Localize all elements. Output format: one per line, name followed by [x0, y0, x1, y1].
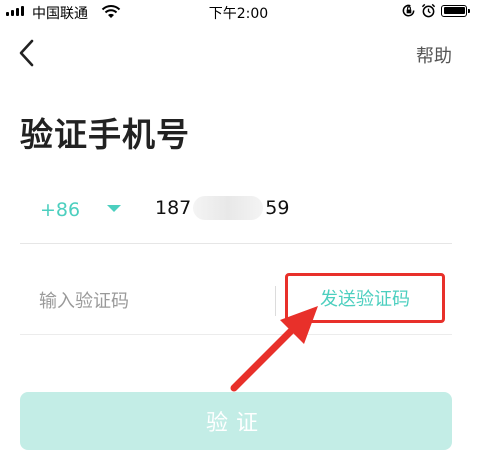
- phone-row: +86 187 59: [20, 185, 452, 244]
- orientation-lock-icon: [402, 4, 415, 17]
- caret-down-icon[interactable]: [107, 205, 121, 212]
- alarm-icon: [421, 3, 436, 18]
- status-bar: 中国联通 下午2:00: [0, 0, 477, 24]
- phone-number-field[interactable]: 187 59: [155, 196, 289, 220]
- phone-number-prefix: 187: [155, 197, 192, 219]
- phone-number-mask: [193, 196, 264, 220]
- help-link[interactable]: 帮助: [416, 42, 452, 68]
- phone-number-suffix: 59: [265, 197, 290, 219]
- page-title: 验证手机号: [20, 115, 190, 154]
- chevron-left-icon: [19, 39, 34, 67]
- battery-icon: [441, 4, 470, 17]
- status-icons: [401, 3, 470, 18]
- country-code-selector[interactable]: +86: [40, 199, 80, 221]
- back-button[interactable]: [17, 38, 43, 68]
- annotation-arrow-icon: [230, 306, 318, 392]
- verify-button[interactable]: 验证: [20, 392, 452, 450]
